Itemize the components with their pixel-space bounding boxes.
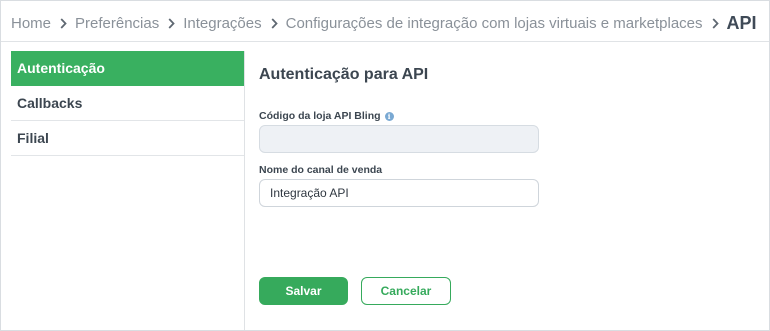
sidebar-item-autenticacao[interactable]: Autenticação [11, 51, 244, 86]
chevron-right-icon [168, 17, 175, 29]
breadcrumb-preferencias[interactable]: Preferências [75, 15, 159, 32]
sidebar-item-filial[interactable]: Filial [11, 121, 244, 156]
page-title: Autenticação para API [259, 66, 429, 83]
breadcrumb-home[interactable]: Home [11, 15, 51, 32]
breadcrumb-integracoes[interactable]: Integrações [183, 15, 261, 32]
breadcrumb: Home Preferências Integrações Configuraç… [11, 11, 757, 35]
header-divider [1, 41, 769, 42]
store-code-input[interactable] [259, 125, 539, 153]
chevron-right-icon [271, 17, 278, 29]
save-button[interactable]: Salvar [259, 277, 348, 305]
chevron-right-icon [60, 17, 67, 29]
breadcrumb-current: API [726, 12, 757, 33]
chevron-right-icon [712, 17, 719, 29]
channel-name-label: Nome do canal de venda [259, 164, 383, 176]
info-icon[interactable]: i [384, 111, 394, 121]
sidebar: Autenticação Callbacks Filial [11, 51, 245, 330]
store-code-label: Código da loja API Bling i [259, 110, 394, 122]
channel-name-input[interactable] [259, 179, 539, 207]
cancel-button[interactable]: Cancelar [361, 277, 451, 305]
store-code-label-text: Código da loja API Bling [259, 110, 381, 122]
sidebar-item-callbacks[interactable]: Callbacks [11, 86, 244, 121]
window-frame: Home Preferências Integrações Configuraç… [0, 0, 770, 331]
breadcrumb-configuracoes[interactable]: Configurações de integração com lojas vi… [286, 15, 703, 32]
